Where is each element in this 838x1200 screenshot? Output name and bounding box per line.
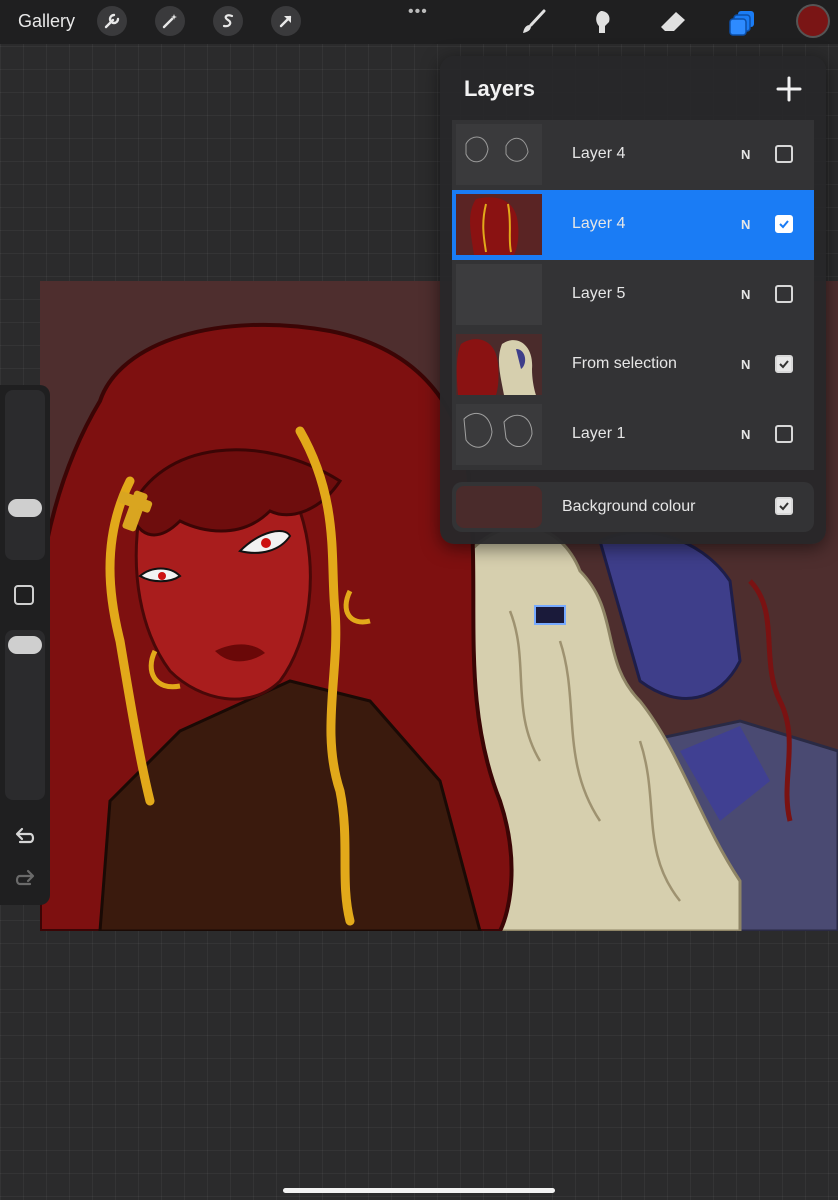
brush-icon[interactable] (517, 6, 549, 38)
smudge-icon[interactable] (587, 6, 619, 38)
wrench-icon[interactable] (97, 6, 127, 36)
layer-thumbnail (456, 404, 542, 465)
background-colour-swatch (456, 486, 542, 528)
layer-name: Layer 4 (572, 215, 626, 232)
layer-thumbnail (456, 264, 542, 325)
undo-icon[interactable] (12, 823, 38, 849)
layer-thumbnail (456, 194, 542, 255)
color-picker-button[interactable] (798, 6, 828, 36)
layers-icon[interactable] (727, 6, 759, 38)
visibility-checkbox[interactable] (775, 355, 793, 373)
gallery-button[interactable]: Gallery (18, 11, 75, 32)
checkmark-icon (779, 502, 789, 511)
visibility-checkbox[interactable] (775, 425, 793, 443)
modify-button[interactable] (14, 585, 34, 605)
transform-arrow-icon[interactable] (271, 6, 301, 36)
more-options-button[interactable]: ••• (408, 3, 428, 21)
layer-row[interactable]: Layer 4 N (452, 120, 814, 190)
background-colour-label: Background colour (562, 498, 696, 515)
visibility-checkbox[interactable] (775, 497, 793, 515)
layers-panel: Layers Layer 4 N Layer 4 N Layer 5 N Fro… (440, 56, 826, 544)
brush-size-handle[interactable] (8, 499, 42, 517)
selection-icon[interactable] (213, 6, 243, 36)
layer-name: Layer 1 (572, 425, 626, 442)
layer-name: From selection (572, 355, 677, 372)
visibility-checkbox[interactable] (775, 145, 793, 163)
layers-panel-title: Layers (464, 76, 535, 101)
layer-name: Layer 4 (572, 145, 626, 162)
plus-icon (776, 76, 802, 102)
checkmark-icon (779, 360, 789, 369)
top-toolbar: Gallery ••• (0, 0, 838, 44)
visibility-checkbox[interactable] (775, 285, 793, 303)
brush-size-slider[interactable] (5, 390, 45, 560)
layer-name: Layer 5 (572, 285, 626, 302)
layer-row[interactable]: Layer 1 N (452, 400, 814, 470)
layer-thumbnail (456, 124, 542, 185)
eraser-icon[interactable] (657, 6, 689, 38)
blend-mode-button[interactable]: N (741, 217, 750, 232)
layer-row[interactable]: From selection N (452, 330, 814, 400)
blend-mode-button[interactable]: N (741, 357, 750, 372)
background-colour-row[interactable]: Background colour (452, 482, 814, 532)
blend-mode-button[interactable]: N (741, 287, 750, 302)
checkmark-icon (779, 220, 789, 229)
layer-row-selected[interactable]: Layer 4 N (452, 190, 814, 260)
blend-mode-button[interactable]: N (741, 427, 750, 442)
brush-sliders-panel (0, 385, 50, 905)
redo-icon[interactable] (12, 865, 38, 891)
blend-mode-button[interactable]: N (741, 147, 750, 162)
home-indicator[interactable] (283, 1188, 555, 1193)
magic-wand-icon[interactable] (155, 6, 185, 36)
brush-opacity-handle[interactable] (8, 636, 42, 654)
layer-thumbnail (456, 334, 542, 395)
visibility-checkbox[interactable] (775, 215, 793, 233)
brush-opacity-slider[interactable] (5, 630, 45, 800)
add-layer-button[interactable] (774, 74, 804, 104)
layer-row[interactable]: Layer 5 N (452, 260, 814, 330)
